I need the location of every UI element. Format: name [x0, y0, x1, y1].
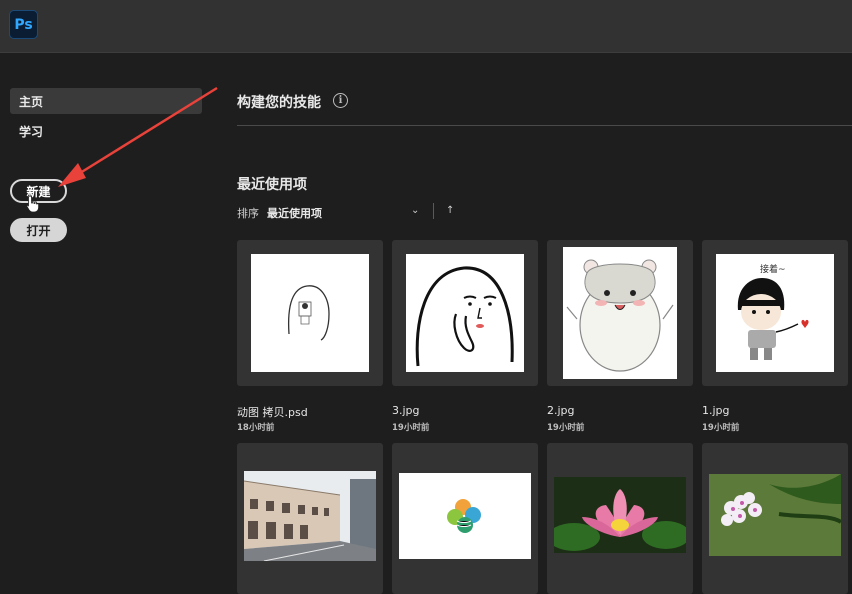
sticker-image: [287, 285, 330, 341]
file-thumbnail: [251, 254, 369, 372]
file-thumbnail: [709, 474, 843, 556]
file-thumbnail: [243, 471, 376, 562]
divider: [433, 203, 434, 219]
logo-image: [447, 499, 481, 533]
sort-label: 排序: [237, 207, 259, 220]
lotus-photo-image: [548, 477, 690, 553]
sticker-image: [566, 259, 674, 372]
file-time: 18小时前: [237, 423, 275, 433]
file-thumbnail: [563, 247, 677, 379]
file-card[interactable]: [237, 443, 383, 594]
file-time: 19小时前: [392, 423, 430, 433]
photoshop-logo-icon[interactable]: Ps: [9, 10, 38, 39]
open-button[interactable]: 打开: [10, 218, 67, 242]
file-thumbnail: [399, 473, 531, 559]
file-name[interactable]: 2.jpg: [547, 404, 575, 417]
hand-cursor-icon: [26, 195, 39, 213]
file-card[interactable]: [392, 443, 538, 594]
file-card[interactable]: 接着~: [702, 240, 848, 386]
file-thumbnail: [548, 477, 690, 553]
file-name[interactable]: 3.jpg: [392, 404, 420, 417]
sticker-image: [737, 278, 809, 360]
file-card[interactable]: [392, 240, 538, 386]
sticker-image: [415, 266, 514, 367]
sidebar-item-label: 学习: [19, 124, 44, 139]
sidebar-item-home[interactable]: 主页: [10, 88, 202, 114]
sort-dropdown[interactable]: 最近使用项: [267, 205, 322, 221]
flower-photo-image: [709, 474, 843, 556]
file-card[interactable]: [237, 240, 383, 386]
skills-title: 构建您的技能: [237, 95, 321, 111]
file-card[interactable]: [702, 443, 848, 594]
file-card[interactable]: [547, 443, 693, 594]
recent-title: 最近使用项: [237, 177, 307, 193]
divider: [237, 125, 852, 126]
street-photo-image: [243, 471, 376, 562]
file-name[interactable]: 动图 拷贝.psd: [237, 404, 308, 420]
sort-ascending-icon[interactable]: ↑: [446, 205, 454, 216]
title-bar: Ps: [0, 0, 852, 53]
file-time: 19小时前: [702, 423, 740, 433]
chevron-down-icon[interactable]: ⌄: [411, 205, 419, 216]
file-name[interactable]: 1.jpg: [702, 404, 730, 417]
file-time: 19小时前: [547, 423, 585, 433]
sidebar-item-learn[interactable]: 学习: [10, 118, 202, 144]
file-card[interactable]: [547, 240, 693, 386]
info-icon[interactable]: i: [333, 93, 348, 108]
sidebar-item-label: 主页: [19, 94, 44, 109]
file-thumbnail: [406, 254, 524, 372]
file-thumbnail: 接着~: [716, 254, 834, 372]
